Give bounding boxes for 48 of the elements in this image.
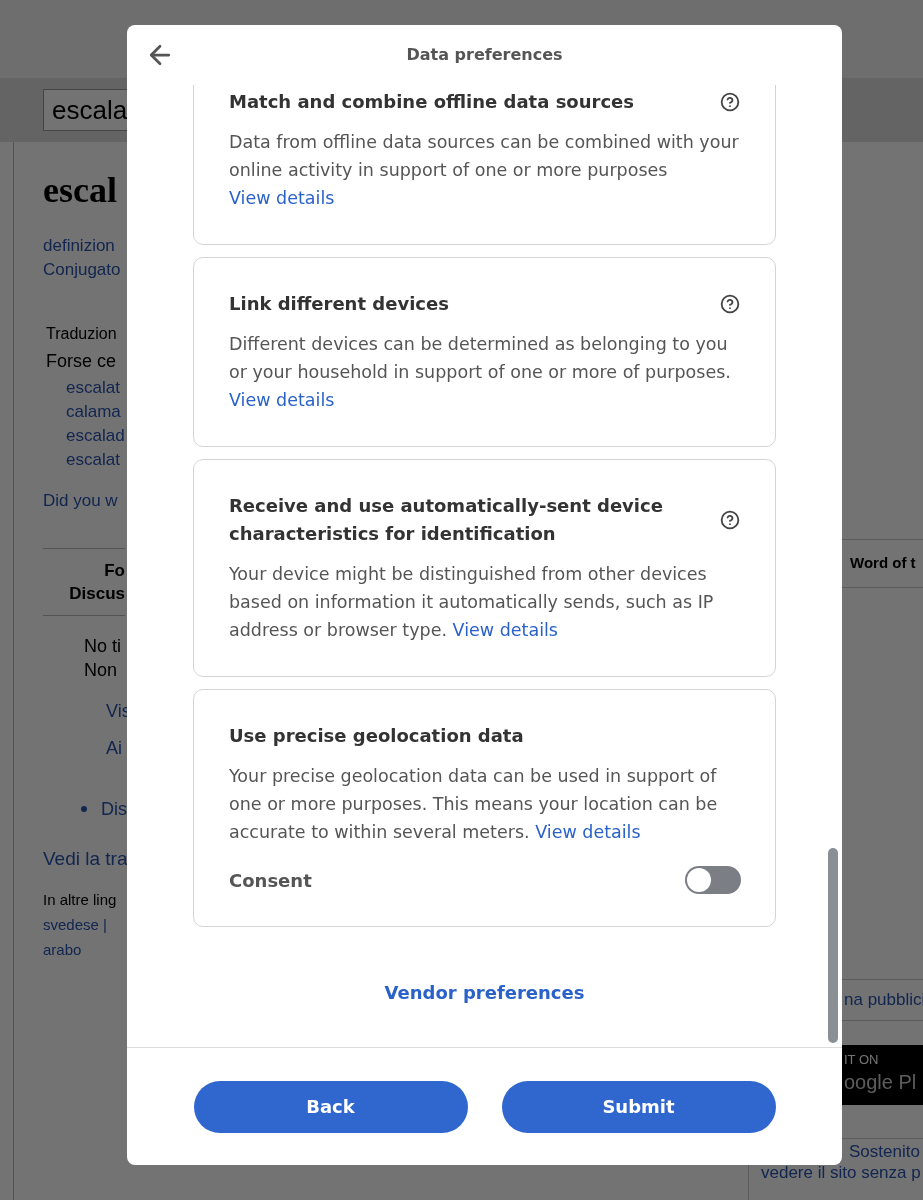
purpose-description: Your device might be distinguished from other devices based on information it automatically sends, such as IP address or browser type. View details <box>229 563 715 642</box>
help-icon[interactable] <box>720 510 740 530</box>
dialog-title: Data preferences <box>406 44 563 66</box>
bullet-icon <box>81 806 87 812</box>
forum-heading: Discus <box>69 582 125 605</box>
language-link[interactable]: arabo <box>43 941 82 958</box>
translation-label: Traduzion <box>46 324 117 344</box>
purpose-title: Link different devices <box>229 292 449 316</box>
action-link[interactable]: Ai <box>106 737 122 758</box>
purpose-title: Receive and use automatically-sent device characteristics for identification <box>229 494 664 546</box>
did-you-mean-link[interactable]: Did you w <box>43 491 118 510</box>
view-details-link[interactable]: View details <box>229 188 335 208</box>
purpose-description: Your precise geolocation data can be used in support of one or more purposes. This means your location can be accurate to within several meters. View details <box>229 765 719 844</box>
scrollbar[interactable] <box>828 848 838 1043</box>
notice-text: Non <box>84 659 118 680</box>
supporter-link[interactable]: Sostenito <box>849 1142 920 1161</box>
purpose-title: Match and combine offline data sources <box>229 90 634 114</box>
purpose-title: Use precise geolocation data <box>229 724 524 748</box>
badge-title: oogle Pl <box>844 1070 918 1095</box>
languages-label: In altre ling <box>43 890 117 910</box>
supporter-text: vedere il sito senza p <box>761 1162 922 1183</box>
consent-label: Consent <box>229 868 312 893</box>
suggestion-label: Forse ce <box>46 350 117 373</box>
forum-heading: Fo <box>104 559 125 582</box>
view-details-link[interactable]: View details <box>535 822 641 842</box>
suggestion-link[interactable]: escalat <box>66 378 120 397</box>
vendor-preferences-link[interactable]: Vendor preferences <box>384 979 585 1006</box>
link[interactable]: definizion <box>43 236 115 255</box>
word-heading: escal <box>43 170 117 210</box>
help-icon[interactable] <box>720 294 740 314</box>
link[interactable]: Conjugato <box>43 260 121 279</box>
suggestion-link[interactable]: escalad <box>66 426 125 445</box>
purpose-description: Data from offline data sources can be combined with your online activity in support of one or more purposes View details <box>229 131 740 210</box>
discussion-link[interactable]: Dis <box>101 795 127 823</box>
notice-text: No ti <box>84 635 121 656</box>
widget-title: Word of t <box>850 553 916 574</box>
submit-button[interactable]: Submit <box>501 1080 776 1133</box>
consent-toggle[interactable] <box>685 866 741 894</box>
help-icon[interactable] <box>720 92 740 112</box>
badge-caption: IT ON <box>844 1053 880 1067</box>
language-link[interactable]: svedese | <box>43 916 107 933</box>
back-button[interactable]: Back <box>193 1080 468 1133</box>
view-details-link[interactable]: View details <box>452 620 558 640</box>
suggestion-link[interactable]: escalat <box>66 450 120 469</box>
translation-link[interactable]: Vedi la tra <box>43 847 128 869</box>
view-details-link[interactable]: View details <box>229 390 335 410</box>
purpose-description: Different devices can be determined as belonging to you or your household in support of one or more of purposes. View details <box>229 333 732 412</box>
suggestion-link[interactable]: calama <box>66 402 121 421</box>
